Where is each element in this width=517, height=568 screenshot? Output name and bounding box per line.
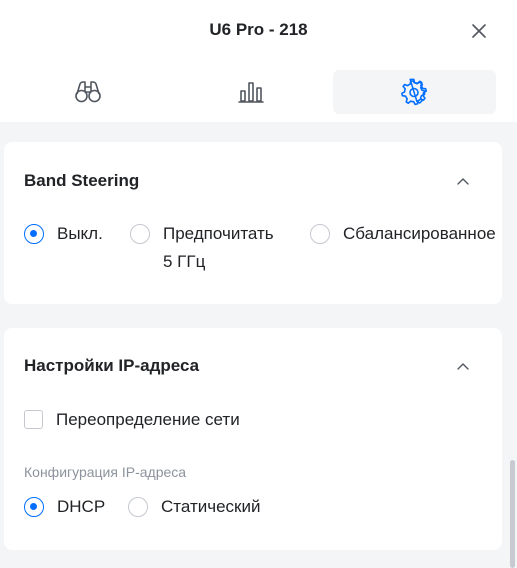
option-label-prefer-line2: 5 ГГц [163,252,206,271]
network-override-label: Переопределение сети [56,410,240,429]
ip-settings-card: Настройки IP-адреса Переопределение сети… [4,328,502,550]
ip-settings-title: Настройки IP-адреса [24,356,200,375]
tab-settings[interactable] [332,70,496,114]
binoculars-icon [74,81,101,103]
ip-config-label: Конфигурация IP-адреса [24,464,187,480]
option-label-dhcp: DHCP [57,497,106,516]
ip-static-option[interactable]: Статический [128,497,260,521]
option-label-balanced: Сбалансированное [343,224,496,243]
band-steering-off-option[interactable]: Выкл. [24,224,103,248]
gear-icon [401,78,428,106]
radio-static[interactable] [128,497,148,517]
band-steering-title: Band Steering [24,171,140,190]
radio-off[interactable] [24,224,44,244]
radio-prefer-5ghz[interactable] [130,224,150,244]
chevron-up-icon[interactable] [456,359,470,373]
network-override-option[interactable]: Переопределение сети [24,410,240,434]
close-icon[interactable] [468,20,490,42]
device-title: U6 Pro - 218 [209,20,308,39]
option-label-off: Выкл. [57,224,103,243]
band-steering-balanced-option[interactable]: Сбалансированное [310,224,496,248]
scrollbar[interactable] [510,460,515,568]
ip-dhcp-option[interactable]: DHCP [24,497,105,521]
network-override-checkbox[interactable] [24,410,43,429]
tab-statistics[interactable] [169,70,332,114]
bar-chart-icon [238,82,264,103]
tab-bar [0,62,517,122]
band-steering-card: Band Steering Выкл. Предпочитать 5 ГГц С… [4,142,502,304]
chevron-up-icon[interactable] [456,174,470,188]
radio-dhcp[interactable] [24,497,44,517]
radio-balanced[interactable] [310,224,330,244]
panel-header: U6 Pro - 218 [0,0,517,62]
tab-overview[interactable] [6,70,169,114]
band-steering-prefer-5ghz-option[interactable]: Предпочитать 5 ГГц [130,224,274,276]
option-label-static: Статический [161,497,261,516]
option-label-prefer-line1: Предпочитать [163,224,274,243]
